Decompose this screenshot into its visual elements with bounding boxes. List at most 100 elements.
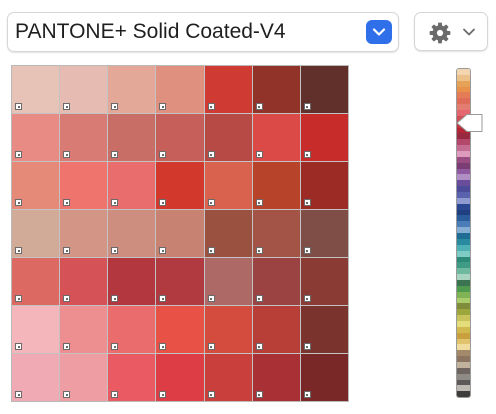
color-swatch[interactable] [156,306,204,353]
color-swatch[interactable] [300,66,348,113]
color-swatch[interactable] [12,306,60,353]
spot-color-marker-icon [15,151,22,158]
spot-color-marker-icon [63,295,71,302]
spot-color-marker-icon [303,295,311,302]
spot-color-marker-icon [159,103,167,110]
color-swatch[interactable] [108,210,156,257]
color-library-select[interactable]: PANTONE+ Solid Coated-V4 [7,12,399,52]
color-swatch[interactable] [204,66,252,113]
color-swatch[interactable] [300,162,348,209]
color-swatch[interactable] [12,258,60,305]
spot-color-marker-icon [15,391,22,398]
color-swatch[interactable] [156,114,204,161]
color-swatch[interactable] [108,66,156,113]
spot-color-marker-icon [15,199,22,206]
spot-color-marker-icon [207,199,215,206]
spot-color-marker-icon [111,199,119,206]
color-swatch[interactable] [156,210,204,257]
spot-color-marker-icon [111,103,119,110]
spot-color-marker-icon [303,391,311,398]
swatch-grid [11,65,349,402]
spot-color-marker-icon [15,343,22,350]
color-swatch[interactable] [60,162,108,209]
spot-color-marker-icon [111,391,119,398]
color-swatch[interactable] [204,258,252,305]
color-swatch[interactable] [156,66,204,113]
spot-color-marker-icon [111,343,119,350]
spot-color-marker-icon [159,247,167,254]
color-swatch[interactable] [12,354,60,401]
color-swatch[interactable] [252,162,300,209]
spot-color-marker-icon [303,151,311,158]
spot-color-marker-icon [207,343,215,350]
color-swatch[interactable] [300,210,348,257]
color-swatch[interactable] [12,114,60,161]
hue-slider-thumb[interactable] [456,113,483,133]
color-swatch[interactable] [300,354,348,401]
color-swatch[interactable] [252,258,300,305]
color-swatch[interactable] [204,354,252,401]
color-swatch[interactable] [108,306,156,353]
spot-color-marker-icon [111,151,119,158]
color-swatch[interactable] [156,258,204,305]
color-swatch[interactable] [300,306,348,353]
color-swatch[interactable] [204,162,252,209]
spot-color-marker-icon [63,151,71,158]
color-swatch[interactable] [12,66,60,113]
spot-color-marker-icon [255,247,263,254]
spot-color-marker-icon [15,247,22,254]
color-swatch[interactable] [204,114,252,161]
chevron-down-icon [463,28,475,36]
color-swatch[interactable] [252,114,300,161]
chevron-down-icon [372,28,386,36]
color-swatch[interactable] [300,114,348,161]
spot-color-marker-icon [111,247,119,254]
color-swatch[interactable] [108,354,156,401]
color-swatch[interactable] [204,306,252,353]
color-swatch[interactable] [108,114,156,161]
color-swatch[interactable] [300,258,348,305]
color-swatch[interactable] [60,114,108,161]
spot-color-marker-icon [207,295,215,302]
color-swatch[interactable] [252,354,300,401]
color-swatch[interactable] [108,162,156,209]
spot-color-marker-icon [303,343,311,350]
color-swatch[interactable] [60,66,108,113]
color-swatch[interactable] [12,162,60,209]
spot-color-marker-icon [63,391,71,398]
color-swatch[interactable] [60,306,108,353]
spot-color-marker-icon [303,199,311,206]
spot-color-marker-icon [159,343,167,350]
color-swatch[interactable] [156,354,204,401]
spot-color-marker-icon [63,199,71,206]
spot-color-marker-icon [159,391,167,398]
spot-color-marker-icon [207,103,215,110]
spot-color-marker-icon [207,391,215,398]
select-arrow-button[interactable] [366,20,392,44]
color-swatch[interactable] [60,210,108,257]
spot-color-marker-icon [255,199,263,206]
spot-color-marker-icon [207,151,215,158]
color-swatch[interactable] [60,258,108,305]
spot-color-marker-icon [159,151,167,158]
color-swatch[interactable] [252,66,300,113]
spot-color-marker-icon [15,295,22,302]
spot-color-marker-icon [63,103,71,110]
color-swatch[interactable] [108,258,156,305]
color-swatch[interactable] [156,162,204,209]
spot-color-marker-icon [303,103,311,110]
spot-color-marker-icon [63,343,71,350]
spot-color-marker-icon [111,295,119,302]
color-swatch[interactable] [12,210,60,257]
gear-icon [429,22,451,44]
color-swatch[interactable] [60,354,108,401]
spot-color-marker-icon [159,295,167,302]
color-swatch[interactable] [252,306,300,353]
color-swatch[interactable] [252,210,300,257]
options-menu-button[interactable] [414,12,488,51]
color-library-label: PANTONE+ Solid Coated-V4 [15,20,286,43]
spot-color-marker-icon [255,103,263,110]
spot-color-marker-icon [255,151,263,158]
spot-color-marker-icon [255,391,263,398]
color-swatch[interactable] [204,210,252,257]
